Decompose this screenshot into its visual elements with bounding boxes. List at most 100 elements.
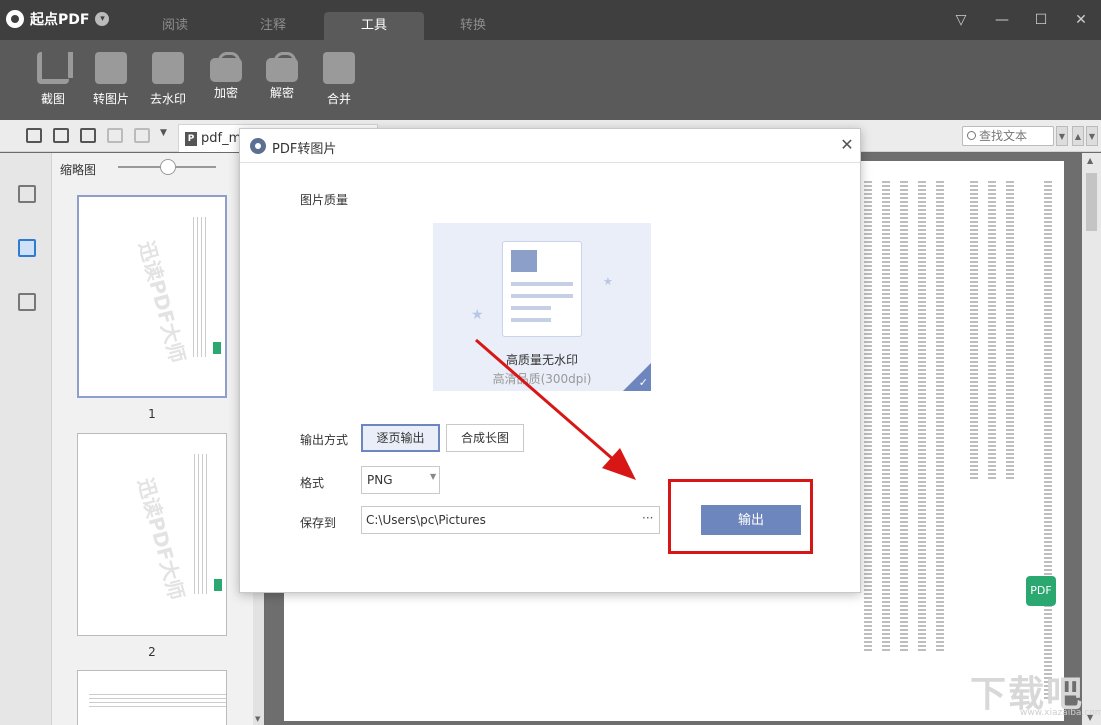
format-select[interactable]: PNG ▼: [361, 466, 440, 494]
quality-label: 图片质量: [300, 193, 349, 207]
merge-button[interactable]: 合并: [314, 52, 364, 107]
search-icon: [967, 131, 976, 140]
lock-icon: [210, 52, 242, 82]
scroll-up-icon[interactable]: ▲: [1087, 156, 1093, 165]
search-next-icon[interactable]: ▼: [1086, 126, 1098, 146]
page-by-page-button[interactable]: 逐页输出: [361, 424, 440, 452]
text-column: [1006, 181, 1014, 481]
page-thumbnail[interactable]: 迅读PDF大师: [77, 433, 227, 636]
text-column: [1044, 181, 1052, 701]
browse-button[interactable]: ···: [642, 511, 653, 525]
tab-annotate[interactable]: 注释: [238, 12, 308, 40]
thumbnail-icon[interactable]: [18, 239, 36, 257]
text-column: [918, 181, 926, 651]
maximize-icon[interactable]: ☐: [1031, 10, 1051, 30]
app-name: 起点PDF: [30, 12, 90, 28]
search-options-icon[interactable]: ▼: [1056, 126, 1068, 146]
search-prev-icon[interactable]: ▲: [1072, 126, 1084, 146]
text-lines: [194, 454, 208, 594]
document-scrollbar[interactable]: ▲ ▼: [1082, 153, 1101, 725]
quality-subtitle[interactable]: 高清品质(300dpi): [433, 370, 651, 387]
line: [511, 282, 573, 286]
format-label: 格式: [300, 476, 325, 490]
tool-label: 加密: [213, 86, 238, 100]
scrollbar-thumb[interactable]: [1086, 173, 1097, 231]
app-logo[interactable]: 起点PDF ▾: [6, 9, 110, 29]
thumbnail-watermark: 迅读PDF大师: [133, 475, 189, 603]
page-number: 1: [148, 407, 156, 421]
app-logo-icon: [250, 138, 266, 154]
highlight-box: [668, 479, 813, 554]
page-number: 2: [148, 645, 156, 659]
star-icon: ★: [603, 275, 613, 288]
search-input[interactable]: [979, 128, 1051, 144]
tool-label: 去水印: [149, 92, 186, 106]
line: [511, 294, 573, 298]
tool-label: 合并: [326, 92, 351, 106]
dialog-title: PDF转图片: [272, 142, 337, 157]
close-icon[interactable]: ✕: [1071, 10, 1091, 30]
logo-icon: [6, 10, 24, 28]
pdf-badge: PDF: [1026, 576, 1056, 606]
save-to-label: 保存到: [300, 516, 337, 530]
slider-handle[interactable]: [160, 159, 176, 175]
save-icon[interactable]: [53, 128, 69, 143]
long-image-button[interactable]: 合成长图: [446, 424, 524, 452]
tools-toolbar: 截图 转图片 去水印 加密 解密 合并: [0, 40, 1101, 120]
text-column: [882, 181, 890, 651]
image-icon: [511, 250, 537, 272]
title-bar: 起点PDF ▾ 阅读 注释 工具 转换 ▽ — ☐ ✕: [0, 0, 1101, 40]
thumbnail-panel: 缩略图 迅读PDF大师 1 迅读PDF大师 2: [52, 153, 264, 725]
remove-watermark-icon: [152, 52, 184, 84]
check-icon: ✓: [638, 376, 648, 389]
tab-tools[interactable]: 工具: [324, 12, 424, 40]
text-column: [936, 181, 944, 651]
outline-icon[interactable]: [18, 185, 36, 203]
menu-icon[interactable]: ▽: [951, 10, 971, 30]
tool-label: 解密: [269, 86, 294, 100]
thumbnail-panel-title: 缩略图: [60, 163, 97, 177]
line: [511, 306, 551, 310]
thumbnail-watermark: 迅读PDF大师: [134, 238, 190, 366]
crop-button[interactable]: 截图: [28, 52, 78, 107]
page-thumbnail[interactable]: 迅读PDF大师: [77, 195, 227, 398]
site-watermark-url: www.xiazaiba.com: [1020, 708, 1101, 718]
bookmark-icon[interactable]: [18, 293, 36, 311]
redo-icon[interactable]: [134, 128, 150, 143]
save-path-input[interactable]: [366, 512, 636, 528]
undo-icon[interactable]: [107, 128, 123, 143]
close-icon[interactable]: ✕: [838, 135, 856, 155]
tab-convert[interactable]: 转换: [438, 12, 508, 40]
unlock-icon: [266, 52, 298, 82]
encrypt-button[interactable]: 加密: [201, 52, 251, 101]
text-lines: [193, 217, 207, 357]
line: [511, 318, 551, 322]
tab-read[interactable]: 阅读: [140, 12, 210, 40]
scroll-down-icon[interactable]: ▼: [255, 715, 260, 723]
green-badge: [214, 579, 222, 591]
side-rail: [0, 153, 52, 725]
star-icon: ★: [471, 307, 484, 323]
search-box[interactable]: [962, 126, 1054, 146]
print-icon[interactable]: [80, 128, 96, 143]
text-column: [988, 181, 996, 481]
dialog-header: PDF转图片 ✕: [240, 129, 860, 163]
book-icon[interactable]: [26, 128, 42, 143]
tool-label: 转图片: [92, 92, 129, 106]
decrypt-button[interactable]: 解密: [257, 52, 307, 101]
minimize-icon[interactable]: —: [992, 10, 1012, 30]
crop-icon: [37, 52, 73, 84]
chevron-down-icon[interactable]: ▾: [95, 12, 110, 26]
save-path-field[interactable]: ···: [361, 506, 660, 534]
pdf-file-icon: P: [185, 132, 197, 146]
to-image-button[interactable]: 转图片: [86, 52, 136, 107]
page-thumbnail[interactable]: [77, 670, 227, 725]
tool-label: 截图: [40, 92, 65, 106]
remove-watermark-button[interactable]: 去水印: [143, 52, 193, 107]
quality-option-card[interactable]: ★ ★ 高质量无水印 高清品质(300dpi) ✓: [433, 223, 651, 391]
quality-title: 高质量无水印: [505, 353, 578, 367]
chevron-down-icon: ▼: [430, 472, 437, 481]
more-chevron-icon[interactable]: ▼: [160, 128, 176, 143]
image-convert-icon: [95, 52, 127, 84]
output-mode-label: 输出方式: [300, 433, 349, 447]
